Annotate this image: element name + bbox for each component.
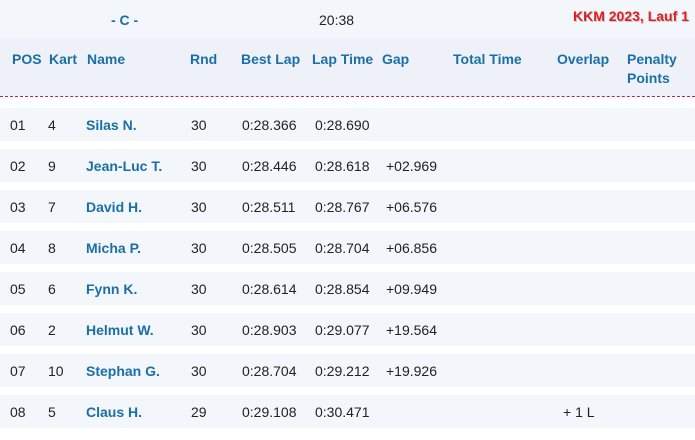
- cell-best-lap: 0:28.505: [242, 240, 297, 256]
- cell-best-lap: 0:29.108: [242, 404, 297, 420]
- cell-lap-time: 0:29.212: [315, 363, 370, 379]
- cell-name: Micha P.: [86, 240, 141, 256]
- race-class-label: - C -: [111, 12, 139, 28]
- cell-rnd: 30: [191, 281, 207, 297]
- cell-lap-time: 0:28.618: [315, 158, 370, 174]
- cell-name: David H.: [86, 199, 143, 215]
- table-row: 07 10 Stephan G. 30 0:28.704 0:29.212 +19.926: [0, 354, 695, 387]
- cell-name: Jean-Luc T.: [86, 158, 163, 174]
- cell-pos: 02: [10, 158, 26, 174]
- cell-kart: 7: [48, 199, 56, 215]
- column-header-kart: Kart: [49, 51, 78, 67]
- clock: 20:38: [319, 12, 355, 28]
- cell-kart: 2: [48, 322, 56, 338]
- table-row: 04 8 Micha P. 30 0:28.505 0:28.704 +06.856: [0, 231, 695, 264]
- cell-kart: 5: [48, 404, 56, 420]
- column-header-gap: Gap: [382, 51, 410, 67]
- cell-best-lap: 0:28.614: [242, 281, 297, 297]
- cell-gap: +02.969: [386, 158, 437, 174]
- column-header-overlap: Overlap: [557, 51, 610, 67]
- cell-kart: 4: [48, 117, 56, 133]
- header-separator: [0, 96, 695, 97]
- cell-kart: 10: [48, 363, 64, 379]
- cell-pos: 04: [10, 240, 26, 256]
- cell-lap-time: 0:29.077: [315, 322, 370, 338]
- event-title: KKM 2023, Lauf 1: [573, 8, 689, 24]
- column-header-best-lap: Best Lap: [241, 51, 301, 67]
- table-row: 02 9 Jean-Luc T. 30 0:28.446 0:28.618 +02.969: [0, 149, 695, 182]
- cell-name: Silas N.: [86, 117, 137, 133]
- cell-best-lap: 0:28.511: [242, 199, 296, 215]
- column-header-total-time: Total Time: [453, 51, 522, 67]
- cell-pos: 03: [10, 199, 26, 215]
- cell-pos: 06: [10, 322, 26, 338]
- penalty-header-line1: Penalty: [627, 51, 677, 67]
- cell-kart: 9: [48, 158, 56, 174]
- cell-gap: +09.949: [386, 281, 437, 297]
- cell-overlap: + 1 L: [563, 404, 595, 420]
- cell-pos: 01: [10, 117, 26, 133]
- table-row: 08 5 Claus H. 29 0:29.108 0:30.471 + 1 L: [0, 395, 695, 428]
- column-header-name: Name: [87, 51, 126, 67]
- cell-rnd: 30: [191, 117, 207, 133]
- penalty-header-line2: Points: [627, 70, 670, 86]
- cell-name: Fynn K.: [86, 281, 138, 297]
- cell-name: Helmut W.: [86, 322, 154, 338]
- table-row: 05 6 Fynn K. 30 0:28.614 0:28.854 +09.949: [0, 272, 695, 305]
- cell-best-lap: 0:28.704: [242, 363, 297, 379]
- cell-pos: 07: [10, 363, 26, 379]
- cell-pos: 08: [10, 404, 26, 420]
- cell-rnd: 30: [191, 363, 207, 379]
- column-header-lap-time: Lap Time: [312, 51, 374, 67]
- cell-best-lap: 0:28.446: [242, 158, 297, 174]
- cell-rnd: 30: [191, 240, 207, 256]
- cell-lap-time: 0:28.690: [315, 117, 370, 133]
- cell-gap: +19.926: [386, 363, 437, 379]
- table-row: 01 4 Silas N. 30 0:28.366 0:28.690: [0, 108, 695, 141]
- cell-rnd: 30: [191, 158, 207, 174]
- cell-kart: 6: [48, 281, 56, 297]
- cell-lap-time: 0:30.471: [315, 404, 370, 420]
- cell-lap-time: 0:28.854: [315, 281, 370, 297]
- cell-lap-time: 0:28.767: [315, 199, 370, 215]
- cell-name: Stephan G.: [86, 363, 160, 379]
- cell-kart: 8: [48, 240, 56, 256]
- table-row: 06 2 Helmut W. 30 0:28.903 0:29.077 +19.564: [0, 313, 695, 346]
- results-table-header: POS Kart Name Rnd Best Lap Lap Time Gap …: [0, 38, 695, 96]
- cell-gap: +06.576: [386, 199, 437, 215]
- cell-pos: 05: [10, 281, 26, 297]
- cell-rnd: 30: [191, 199, 207, 215]
- table-row: 03 7 David H. 30 0:28.511 0:28.767 +06.576: [0, 190, 695, 223]
- cell-name: Claus H.: [86, 404, 143, 420]
- cell-rnd: 30: [191, 322, 207, 338]
- cell-gap: +19.564: [386, 322, 437, 338]
- cell-lap-time: 0:28.704: [315, 240, 370, 256]
- column-header-rnd: Rnd: [190, 51, 218, 67]
- cell-best-lap: 0:28.903: [242, 322, 297, 338]
- cell-rnd: 29: [191, 404, 207, 420]
- cell-gap: +06.856: [386, 240, 437, 256]
- cell-best-lap: 0:28.366: [242, 117, 297, 133]
- column-header-pos: POS: [12, 51, 42, 67]
- column-header-penalty-points: Penalty Points: [627, 50, 677, 88]
- top-bar: - C - 20:38 KKM 2023, Lauf 1: [0, 0, 695, 38]
